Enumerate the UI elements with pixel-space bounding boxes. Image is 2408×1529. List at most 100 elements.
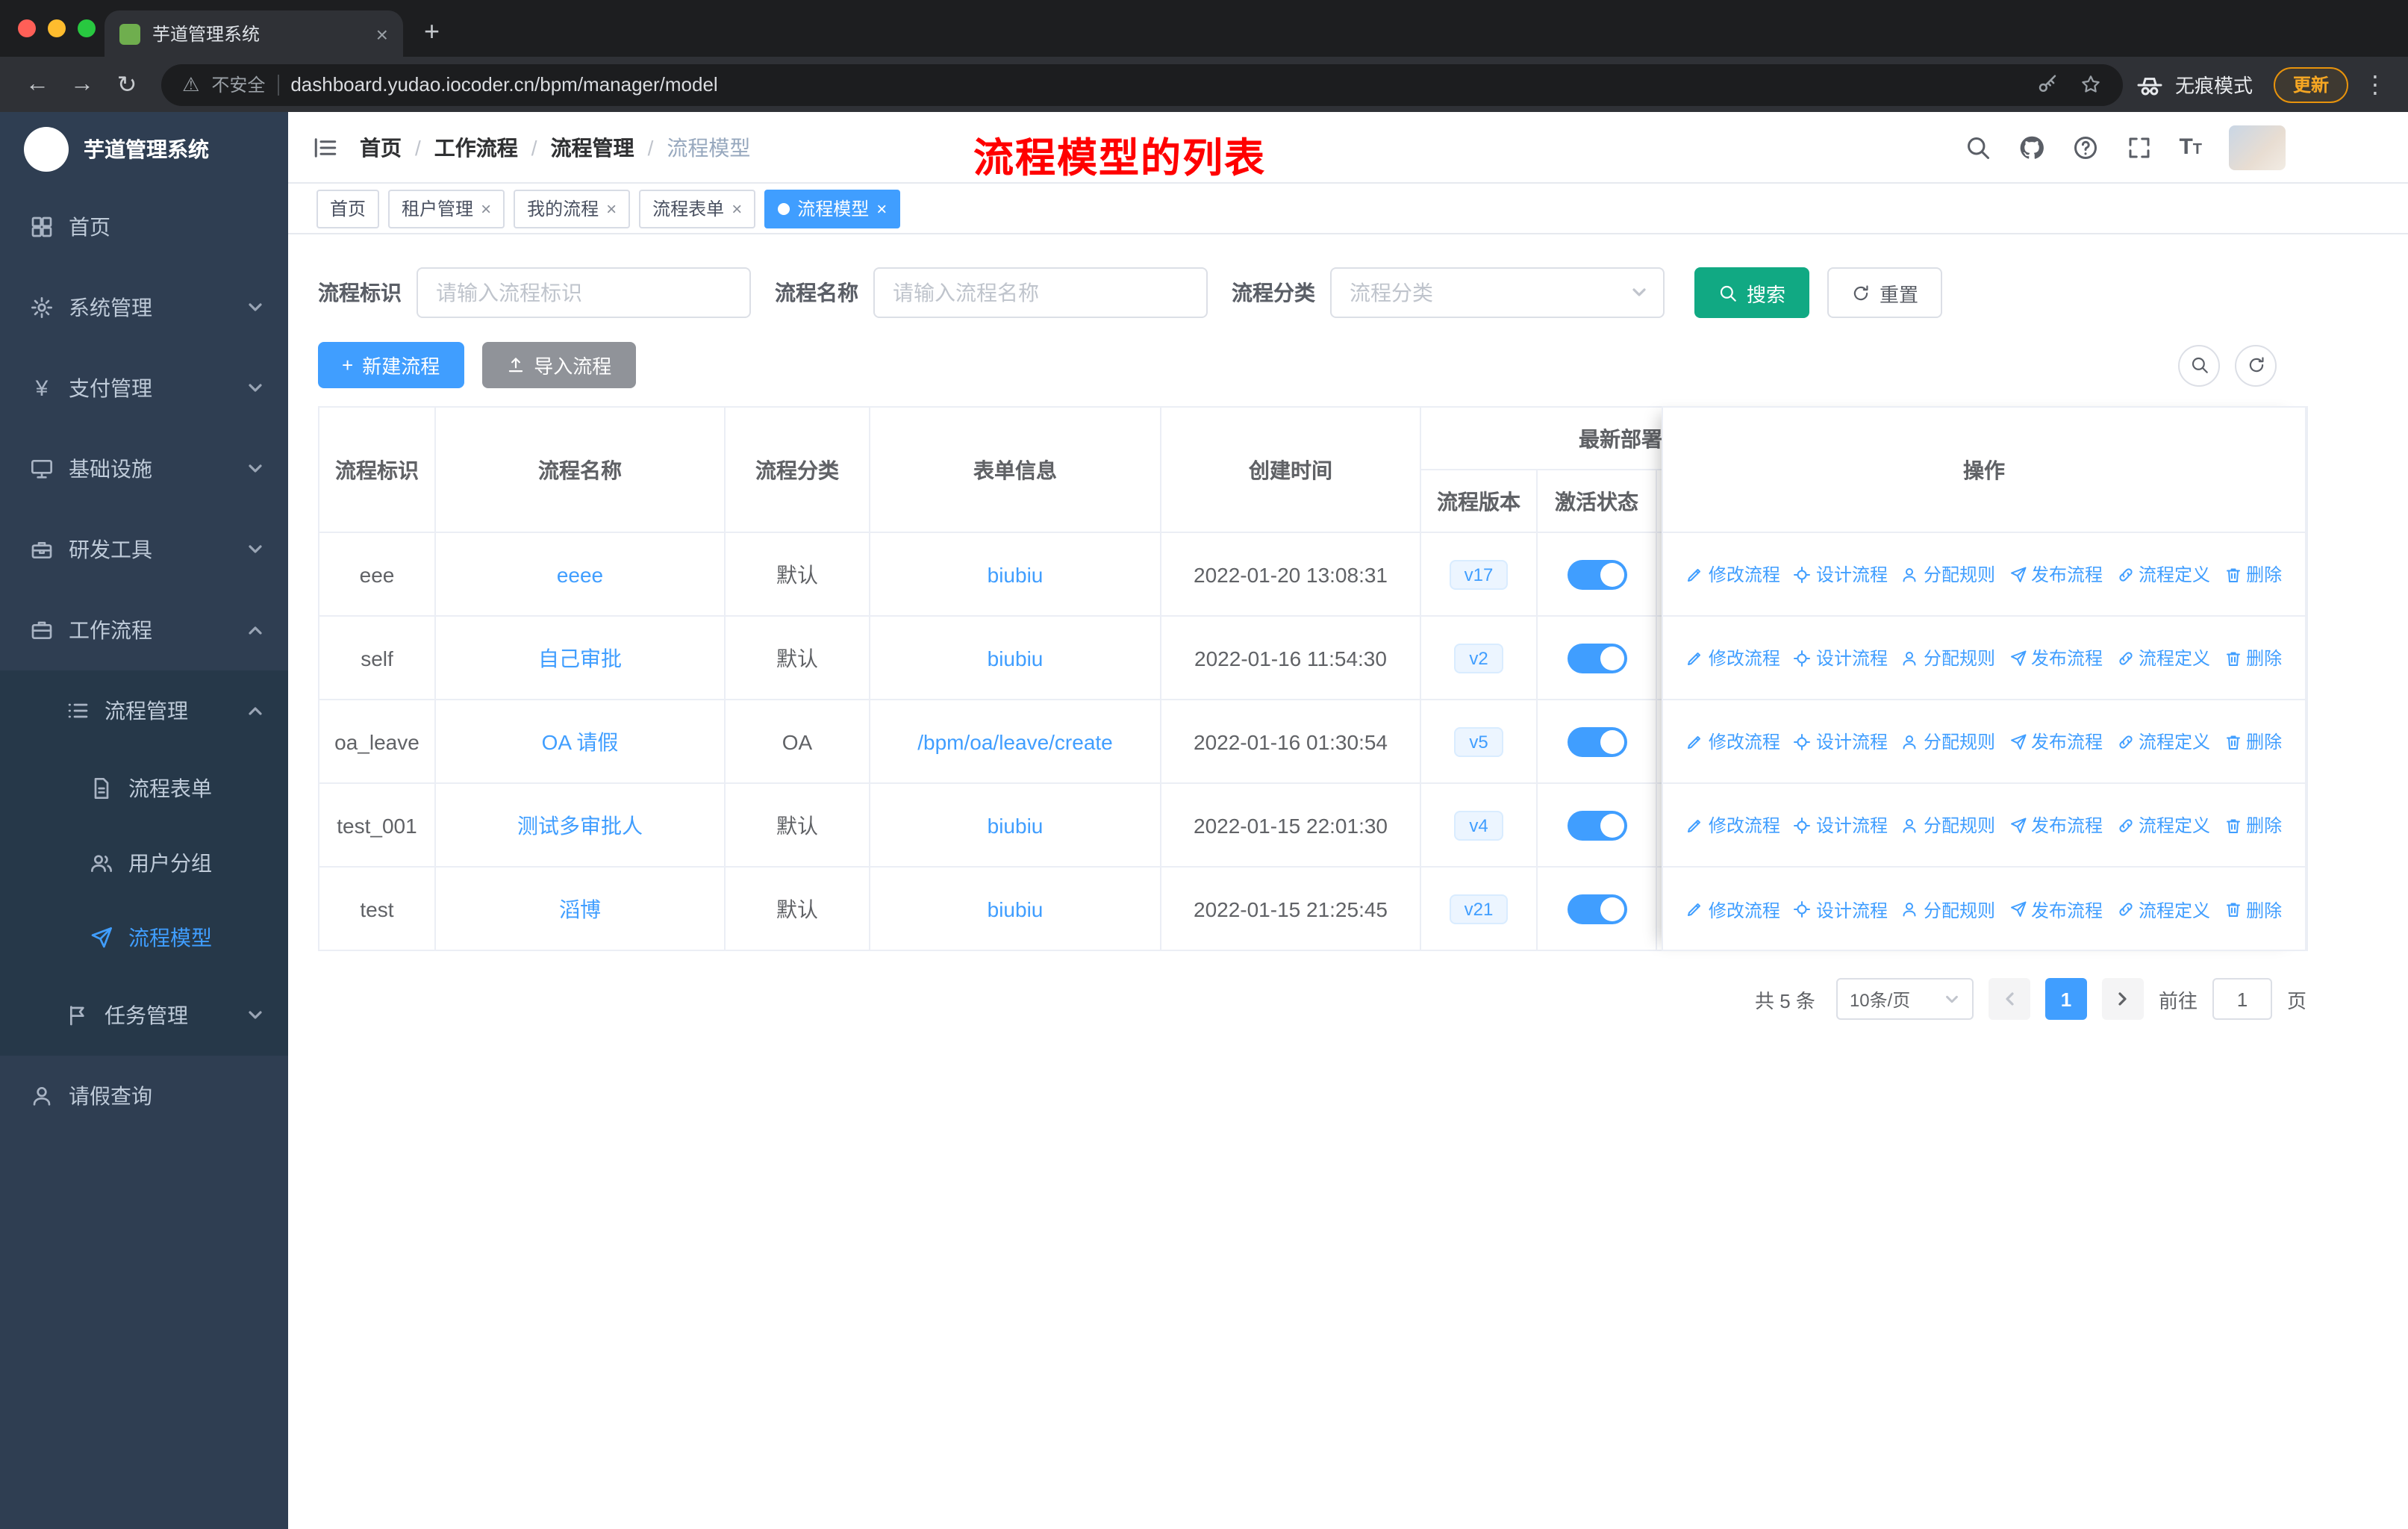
active-toggle[interactable]: [1567, 810, 1626, 840]
action-assign-rule[interactable]: 分配规则: [1901, 645, 1995, 670]
refresh-table-button[interactable]: [2235, 344, 2277, 386]
action-update-model[interactable]: 修改流程: [1686, 729, 1780, 754]
action-design-model[interactable]: 设计流程: [1794, 645, 1888, 670]
action-update-model[interactable]: 修改流程: [1686, 897, 1780, 922]
sidebar-item-process-management[interactable]: 流程管理: [0, 670, 288, 751]
breadcrumb-item[interactable]: 工作流程: [434, 132, 518, 162]
sidebar-item-payment[interactable]: ¥ 支付管理: [0, 348, 288, 429]
form-info-link[interactable]: biubiu: [988, 562, 1044, 586]
password-key-icon[interactable]: [2036, 73, 2059, 96]
form-info-link[interactable]: biubiu: [988, 897, 1044, 921]
action-update-model[interactable]: 修改流程: [1686, 645, 1780, 670]
forward-button[interactable]: →: [60, 71, 105, 98]
action-deploy-model[interactable]: 发布流程: [2009, 897, 2103, 922]
sidebar-item-task-management[interactable]: 任务管理: [0, 975, 288, 1056]
action-delete[interactable]: 删除: [2224, 897, 2282, 922]
reset-button[interactable]: 重置: [1827, 267, 1943, 318]
tag-process-form[interactable]: 流程表单 ×: [639, 189, 756, 228]
action-assign-rule[interactable]: 分配规则: [1901, 812, 1995, 838]
form-info-link[interactable]: /bpm/oa/leave/create: [917, 729, 1113, 753]
action-process-definition[interactable]: 流程定义: [2116, 812, 2210, 838]
version-badge[interactable]: v4: [1454, 810, 1503, 840]
breadcrumb-item[interactable]: 流程管理: [551, 132, 634, 162]
close-icon[interactable]: ×: [606, 199, 617, 217]
chrome-update-button[interactable]: 更新: [2273, 66, 2348, 102]
action-process-definition[interactable]: 流程定义: [2116, 645, 2210, 670]
avatar[interactable]: [2229, 125, 2286, 169]
tab-close-icon[interactable]: ×: [376, 22, 388, 46]
active-toggle[interactable]: [1567, 726, 1626, 756]
sidebar-item-process-form[interactable]: 流程表单: [0, 751, 288, 826]
process-key-input[interactable]: [417, 267, 751, 318]
action-assign-rule[interactable]: 分配规则: [1901, 897, 1995, 922]
action-design-model[interactable]: 设计流程: [1794, 729, 1888, 754]
action-process-definition[interactable]: 流程定义: [2116, 729, 2210, 754]
process-name-link[interactable]: 自己审批: [538, 646, 622, 670]
browser-menu-icon[interactable]: ⋮: [2363, 69, 2387, 99]
action-assign-rule[interactable]: 分配规则: [1901, 561, 1995, 587]
new-tab-button[interactable]: +: [424, 16, 440, 48]
sidebar-logo[interactable]: 芋道管理系统: [0, 112, 288, 187]
close-window-button[interactable]: [18, 19, 36, 37]
sidebar-item-infrastructure[interactable]: 基础设施: [0, 429, 288, 509]
sidebar-item-home[interactable]: 首页: [0, 187, 288, 267]
action-delete[interactable]: 删除: [2224, 812, 2282, 838]
bookmark-star-icon[interactable]: [2080, 73, 2102, 96]
active-toggle[interactable]: [1567, 894, 1626, 924]
next-page-button[interactable]: [2101, 978, 2144, 1020]
process-name-input[interactable]: [873, 267, 1208, 318]
tag-tenant[interactable]: 租户管理 ×: [388, 189, 505, 228]
tag-process-model[interactable]: 流程模型 ×: [764, 189, 901, 228]
page-size-select[interactable]: 10条/页: [1835, 978, 1974, 1020]
close-icon[interactable]: ×: [481, 199, 491, 217]
action-delete[interactable]: 删除: [2224, 561, 2282, 587]
active-toggle[interactable]: [1567, 559, 1626, 589]
question-icon[interactable]: [2071, 134, 2098, 161]
zoom-window-button[interactable]: [78, 19, 96, 37]
back-button[interactable]: ←: [15, 71, 60, 98]
sidebar-item-user-group[interactable]: 用户分组: [0, 826, 288, 900]
search-icon[interactable]: [1964, 134, 1991, 161]
action-update-model[interactable]: 修改流程: [1686, 561, 1780, 587]
active-toggle[interactable]: [1567, 643, 1626, 673]
import-process-button[interactable]: 导入流程: [481, 342, 636, 388]
version-badge[interactable]: v2: [1454, 643, 1503, 673]
create-process-button[interactable]: + 新建流程: [318, 342, 464, 388]
version-badge[interactable]: v5: [1454, 726, 1503, 756]
security-warning-icon[interactable]: ⚠: [182, 72, 199, 96]
minimize-window-button[interactable]: [48, 19, 66, 37]
action-process-definition[interactable]: 流程定义: [2116, 561, 2210, 587]
action-delete[interactable]: 删除: [2224, 729, 2282, 754]
tag-my-process[interactable]: 我的流程 ×: [514, 189, 631, 228]
form-info-link[interactable]: biubiu: [988, 813, 1044, 837]
category-select[interactable]: 流程分类: [1330, 267, 1665, 318]
tag-home[interactable]: 首页: [316, 189, 380, 228]
process-name-link[interactable]: 测试多审批人: [517, 813, 643, 837]
prev-page-button[interactable]: [1988, 978, 2030, 1020]
action-design-model[interactable]: 设计流程: [1794, 812, 1888, 838]
process-name-link[interactable]: 滔博: [559, 897, 601, 921]
reload-button[interactable]: ↻: [105, 69, 149, 99]
toggle-search-button[interactable]: [2178, 344, 2220, 386]
goto-page-input[interactable]: [2212, 978, 2272, 1020]
action-deploy-model[interactable]: 发布流程: [2009, 645, 2103, 670]
version-badge[interactable]: v17: [1449, 559, 1509, 589]
sidebar-item-dev-tools[interactable]: 研发工具: [0, 509, 288, 590]
collapse-sidebar-button[interactable]: [312, 134, 339, 161]
action-deploy-model[interactable]: 发布流程: [2009, 729, 2103, 754]
form-info-link[interactable]: biubiu: [988, 646, 1044, 670]
sidebar-item-process-model[interactable]: 流程模型: [0, 900, 288, 975]
process-name-link[interactable]: OA 请假: [542, 729, 619, 753]
breadcrumb-item[interactable]: 首页: [360, 132, 402, 162]
action-update-model[interactable]: 修改流程: [1686, 812, 1780, 838]
sidebar-item-workflow[interactable]: 工作流程: [0, 590, 288, 670]
github-icon[interactable]: [2018, 134, 2044, 161]
address-bar[interactable]: ⚠ 不安全 dashboard.yudao.iocoder.cn/bpm/man…: [161, 63, 2123, 105]
font-size-icon[interactable]: T T: [2179, 134, 2202, 160]
action-deploy-model[interactable]: 发布流程: [2009, 561, 2103, 587]
search-button[interactable]: 搜索: [1694, 267, 1810, 318]
page-1-button[interactable]: 1: [2044, 978, 2087, 1020]
action-assign-rule[interactable]: 分配规则: [1901, 729, 1995, 754]
sidebar-item-system[interactable]: 系统管理: [0, 267, 288, 348]
action-deploy-model[interactable]: 发布流程: [2009, 812, 2103, 838]
